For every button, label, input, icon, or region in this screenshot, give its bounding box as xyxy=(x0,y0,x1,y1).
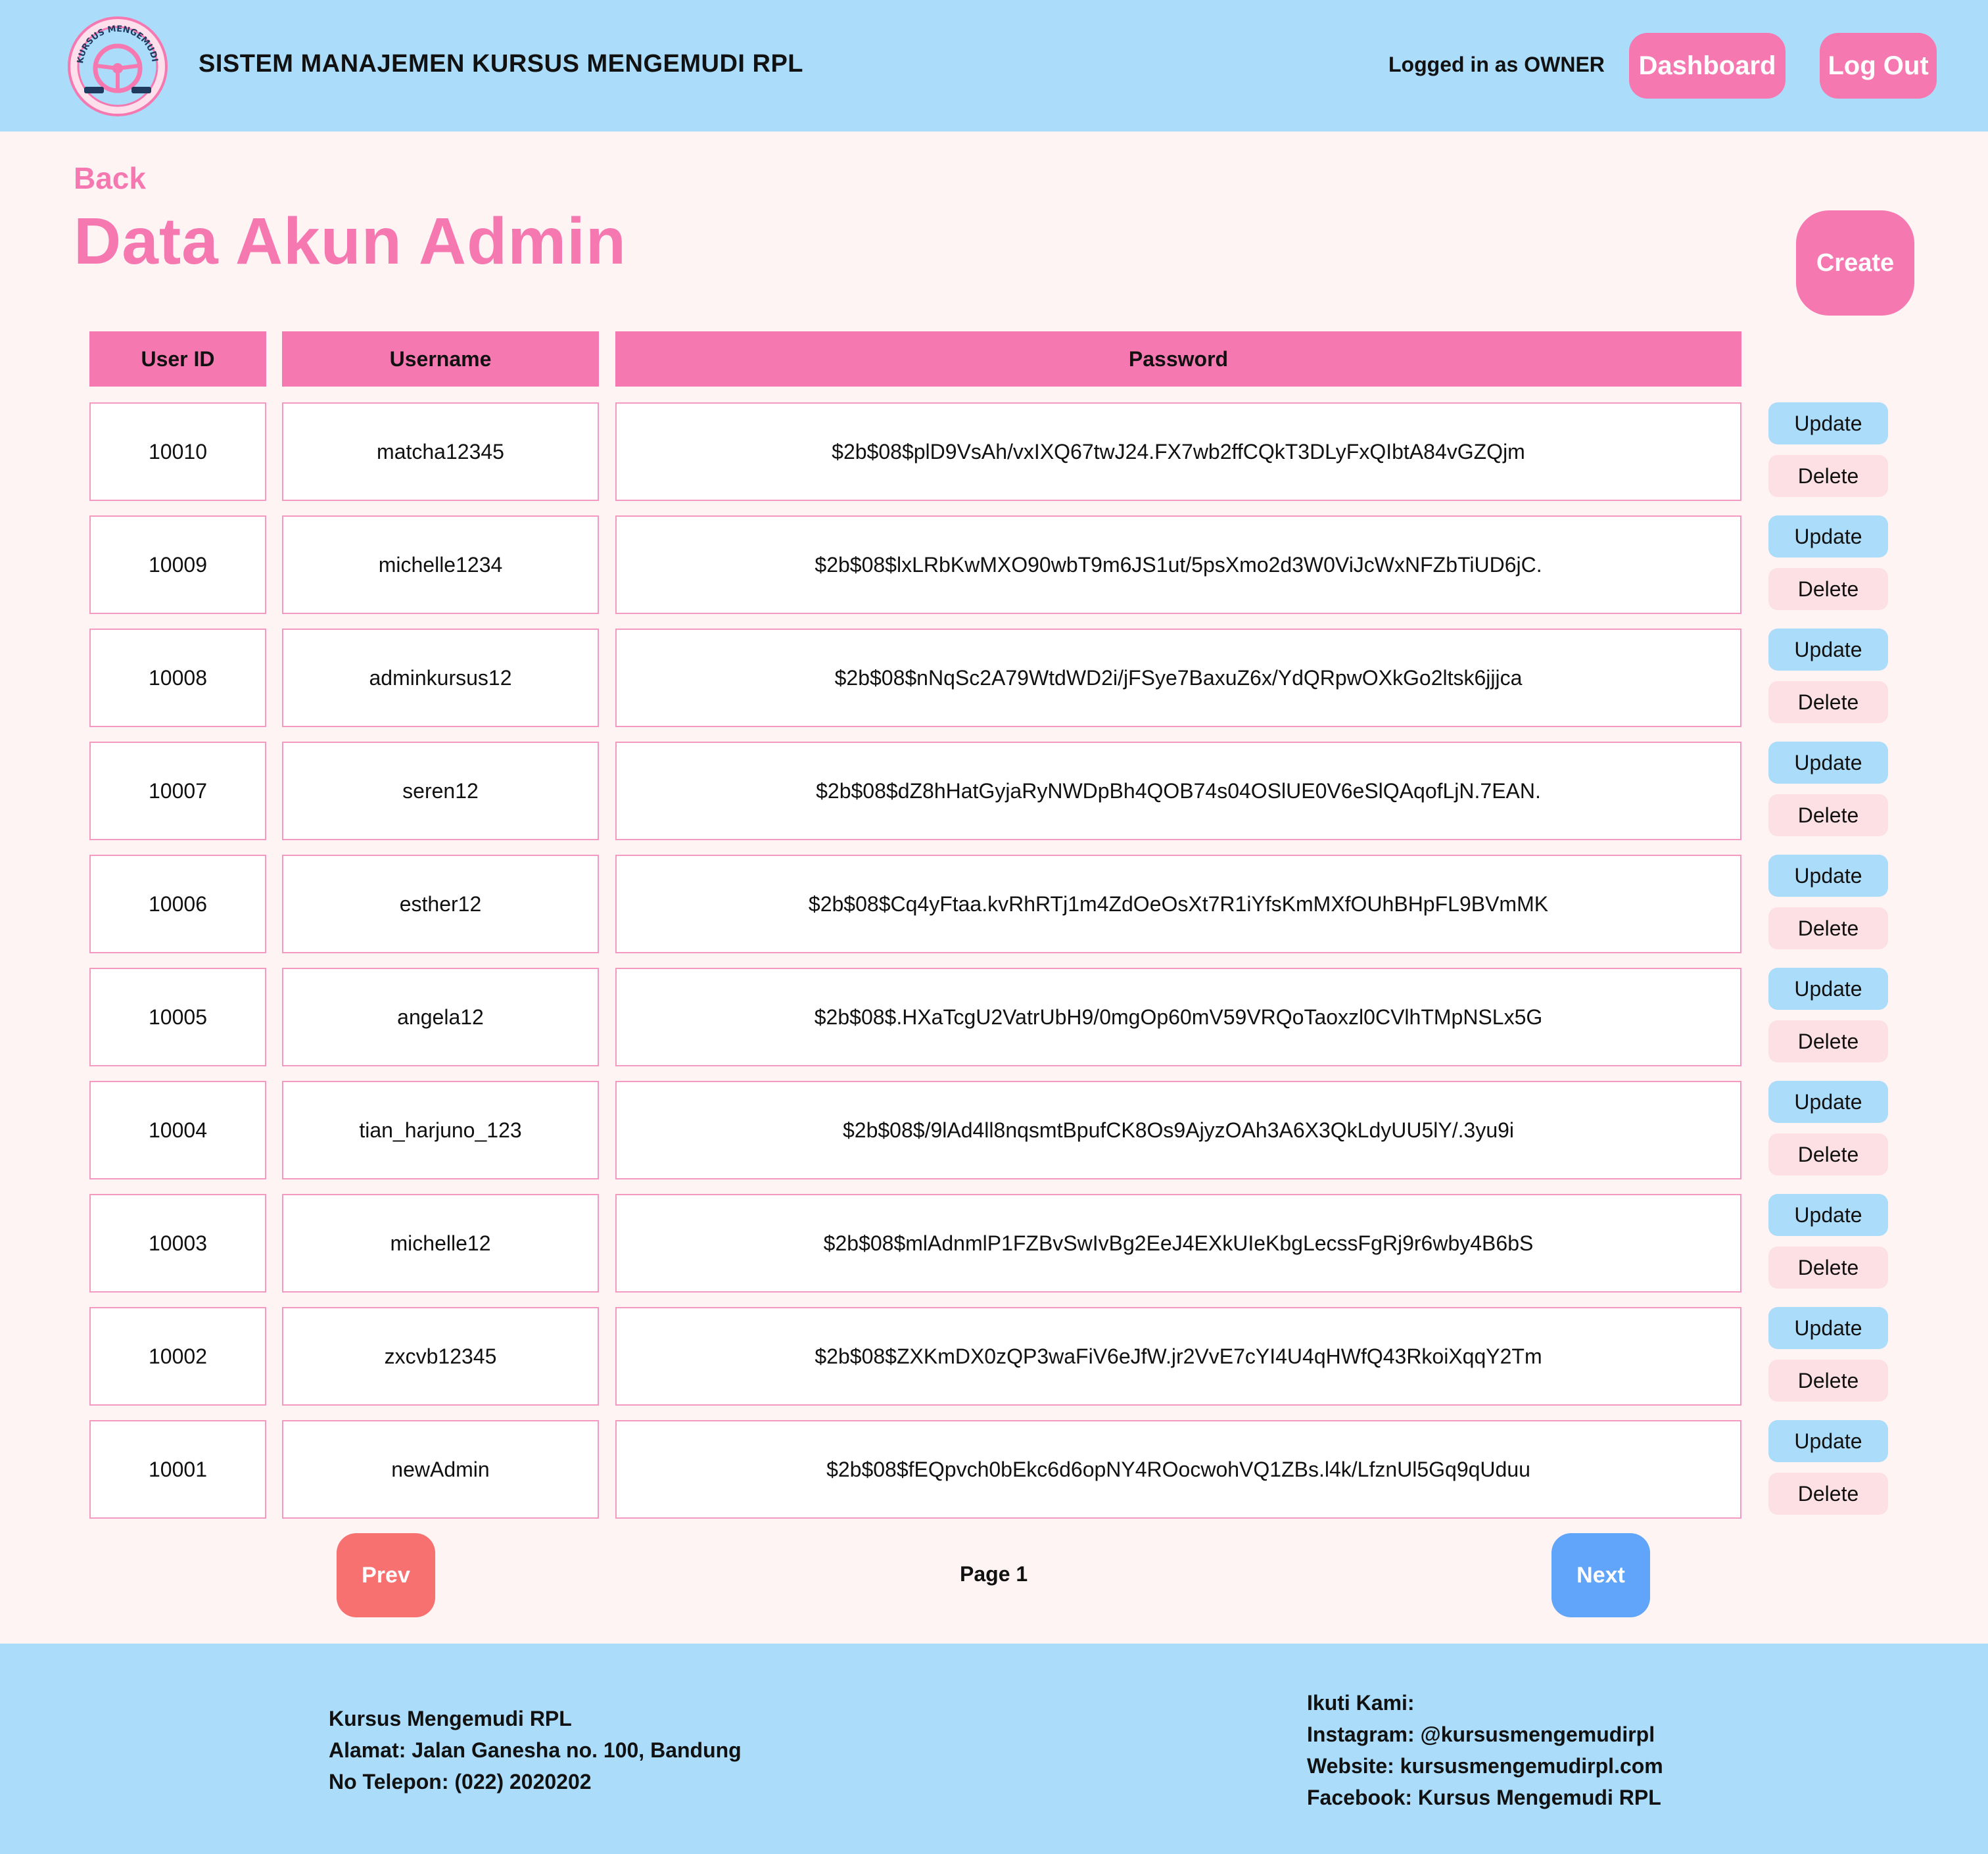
update-button[interactable]: Update xyxy=(1768,855,1888,897)
table-row: 10008 adminkursus12 $2b$08$nNqSc2A79WtdW… xyxy=(0,629,1988,727)
username-cell: michelle12 xyxy=(282,1194,599,1293)
update-button[interactable]: Update xyxy=(1768,1194,1888,1236)
table-row: 10002 zxcvb12345 $2b$08$ZXKmDX0zQP3waFiV… xyxy=(0,1307,1988,1406)
column-header-username: Username xyxy=(282,331,599,387)
delete-button[interactable]: Delete xyxy=(1768,907,1888,949)
username-cell: zxcvb12345 xyxy=(282,1307,599,1406)
table-row: 10006 esther12 $2b$08$Cq4yFtaa.kvRhRTj1m… xyxy=(0,855,1988,953)
delete-button[interactable]: Delete xyxy=(1768,794,1888,836)
user-id-cell: 10009 xyxy=(89,515,266,614)
prev-page-button[interactable]: Prev xyxy=(337,1533,435,1617)
password-cell: $2b$08$dZ8hHatGyjaRyNWDpBh4QOB74s04OSlUE… xyxy=(615,742,1741,840)
logged-in-status: Logged in as OWNER xyxy=(1388,53,1605,76)
username-cell: seren12 xyxy=(282,742,599,840)
delete-button[interactable]: Delete xyxy=(1768,455,1888,497)
table-row: 10005 angela12 $2b$08$.HXaTcgU2VatrUbH9/… xyxy=(0,968,1988,1066)
footer-contact-info: Kursus Mengemudi RPL Alamat: Jalan Ganes… xyxy=(329,1703,742,1797)
update-button[interactable]: Update xyxy=(1768,1420,1888,1462)
create-button[interactable]: Create xyxy=(1796,210,1914,316)
page-indicator: Page 1 xyxy=(960,1562,1028,1586)
password-cell: $2b$08$fEQpvch0bEkc6d6opNY4ROocwohVQ1ZBs… xyxy=(615,1420,1741,1519)
password-cell: $2b$08$ZXKmDX0zQP3waFiV6eJfW.jr2VvE7cYI4… xyxy=(615,1307,1741,1406)
update-button[interactable]: Update xyxy=(1768,629,1888,671)
user-id-cell: 10002 xyxy=(89,1307,266,1406)
logout-button[interactable]: Log Out xyxy=(1820,33,1937,99)
column-header-password: Password xyxy=(615,331,1741,387)
footer-follow-heading: Ikuti Kami: xyxy=(1307,1691,1415,1715)
update-button[interactable]: Update xyxy=(1768,968,1888,1010)
username-cell: michelle1234 xyxy=(282,515,599,614)
column-header-user-id: User ID xyxy=(89,331,266,387)
user-id-cell: 10010 xyxy=(89,402,266,501)
update-button[interactable]: Update xyxy=(1768,1307,1888,1349)
table-row: 10001 newAdmin $2b$08$fEQpvch0bEkc6d6opN… xyxy=(0,1420,1988,1519)
update-button[interactable]: Update xyxy=(1768,402,1888,444)
update-button[interactable]: Update xyxy=(1768,515,1888,558)
delete-button[interactable]: Delete xyxy=(1768,1360,1888,1402)
table-row: 10007 seren12 $2b$08$dZ8hHatGyjaRyNWDpBh… xyxy=(0,742,1988,840)
password-cell: $2b$08$.HXaTcgU2VatrUbH9/0mgOp60mV59VRQo… xyxy=(615,968,1741,1066)
user-id-cell: 10006 xyxy=(89,855,266,953)
delete-button[interactable]: Delete xyxy=(1768,1473,1888,1515)
delete-button[interactable]: Delete xyxy=(1768,1020,1888,1062)
user-id-cell: 10007 xyxy=(89,742,266,840)
user-id-cell: 10003 xyxy=(89,1194,266,1293)
password-cell: $2b$08$Cq4yFtaa.kvRhRTj1m4ZdOeOsXt7R1iYf… xyxy=(615,855,1741,953)
username-cell: matcha12345 xyxy=(282,402,599,501)
username-cell: angela12 xyxy=(282,968,599,1066)
update-button[interactable]: Update xyxy=(1768,742,1888,784)
page-title: Data Akun Admin xyxy=(74,204,627,278)
dashboard-button[interactable]: Dashboard xyxy=(1629,33,1786,99)
table-row: 10010 matcha12345 $2b$08$plD9VsAh/vxIXQ6… xyxy=(0,402,1988,501)
footer-company-name: Kursus Mengemudi RPL xyxy=(329,1707,572,1730)
steering-wheel-logo-icon: KURSUS MENGEMUDI RPL xyxy=(67,16,168,116)
footer-address: Alamat: Jalan Ganesha no. 100, Bandung xyxy=(329,1738,742,1762)
app-title: SISTEM MANAJEMEN KURSUS MENGEMUDI RPL xyxy=(199,50,803,78)
back-link[interactable]: Back xyxy=(74,160,146,196)
username-cell: tian_harjuno_123 xyxy=(282,1081,599,1179)
footer-phone: No Telepon: (022) 2020202 xyxy=(329,1770,592,1794)
delete-button[interactable]: Delete xyxy=(1768,681,1888,723)
footer-instagram: Instagram: @kursusmengemudirpl xyxy=(1307,1723,1655,1746)
password-cell: $2b$08$mlAdnmlP1FZBvSwIvBg2EeJ4EXkUIeKbg… xyxy=(615,1194,1741,1293)
username-cell: adminkursus12 xyxy=(282,629,599,727)
username-cell: esther12 xyxy=(282,855,599,953)
delete-button[interactable]: Delete xyxy=(1768,1133,1888,1176)
delete-button[interactable]: Delete xyxy=(1768,568,1888,610)
user-id-cell: 10005 xyxy=(89,968,266,1066)
user-id-cell: 10008 xyxy=(89,629,266,727)
footer-facebook: Facebook: Kursus Mengemudi RPL xyxy=(1307,1786,1661,1809)
user-id-cell: 10004 xyxy=(89,1081,266,1179)
username-cell: newAdmin xyxy=(282,1420,599,1519)
footer-website: Website: kursusmengemudirpl.com xyxy=(1307,1754,1663,1778)
update-button[interactable]: Update xyxy=(1768,1081,1888,1123)
footer: Kursus Mengemudi RPL Alamat: Jalan Ganes… xyxy=(0,1644,1988,1854)
footer-social-links: Ikuti Kami: Instagram: @kursusmengemudir… xyxy=(1307,1687,1663,1813)
top-header: KURSUS MENGEMUDI RPL SISTEM MANAJEMEN KU… xyxy=(0,0,1988,131)
password-cell: $2b$08$plD9VsAh/vxIXQ67twJ24.FX7wb2ffCQk… xyxy=(615,402,1741,501)
table-row: 10009 michelle1234 $2b$08$lxLRbKwMXO90wb… xyxy=(0,515,1988,614)
table-row: 10003 michelle12 $2b$08$mlAdnmlP1FZBvSwI… xyxy=(0,1194,1988,1293)
next-page-button[interactable]: Next xyxy=(1551,1533,1650,1617)
password-cell: $2b$08$nNqSc2A79WtdWD2i/jFSye7BaxuZ6x/Yd… xyxy=(615,629,1741,727)
password-cell: $2b$08$/9lAd4ll8nqsmtBpufCK8Os9AjyzOAh3A… xyxy=(615,1081,1741,1179)
password-cell: $2b$08$lxLRbKwMXO90wbT9m6JS1ut/5psXmo2d3… xyxy=(615,515,1741,614)
table-row: 10004 tian_harjuno_123 $2b$08$/9lAd4ll8n… xyxy=(0,1081,1988,1179)
user-id-cell: 10001 xyxy=(89,1420,266,1519)
delete-button[interactable]: Delete xyxy=(1768,1247,1888,1289)
